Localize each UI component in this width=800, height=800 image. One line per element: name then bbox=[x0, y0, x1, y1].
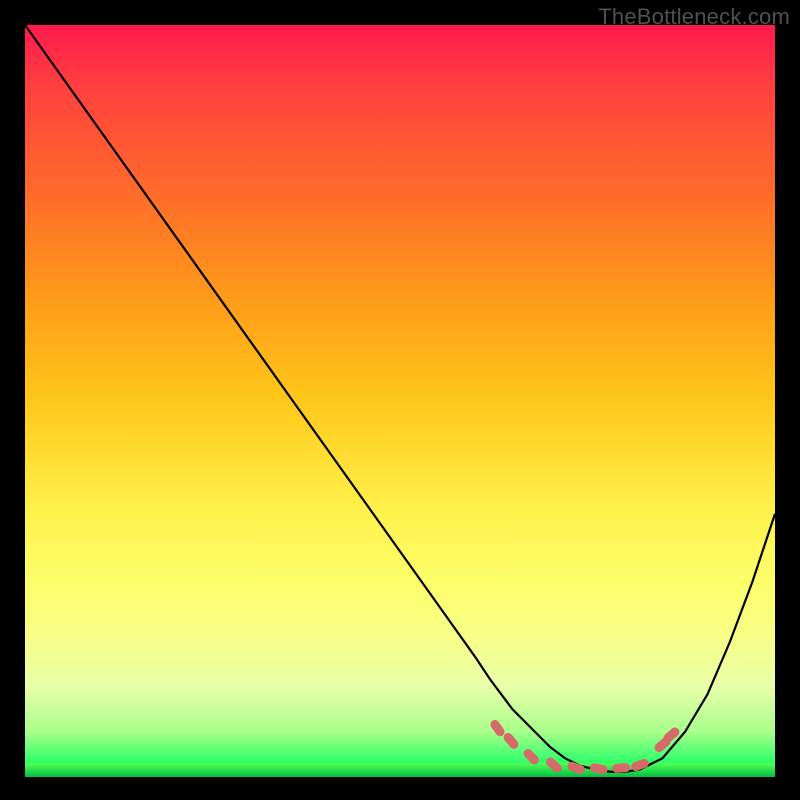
plot-area bbox=[25, 25, 775, 777]
curve-marker bbox=[502, 731, 521, 751]
curve-marker bbox=[589, 763, 608, 775]
bottleneck-curve bbox=[25, 25, 775, 772]
curve-marker bbox=[544, 756, 563, 775]
curve-marker bbox=[489, 718, 507, 738]
curve-marker bbox=[612, 763, 631, 773]
watermark-text: TheBottleneck.com bbox=[598, 4, 790, 30]
bottleneck-curve-svg bbox=[25, 25, 775, 777]
chart-frame: TheBottleneck.com bbox=[0, 0, 800, 800]
curve-marker bbox=[522, 747, 541, 766]
